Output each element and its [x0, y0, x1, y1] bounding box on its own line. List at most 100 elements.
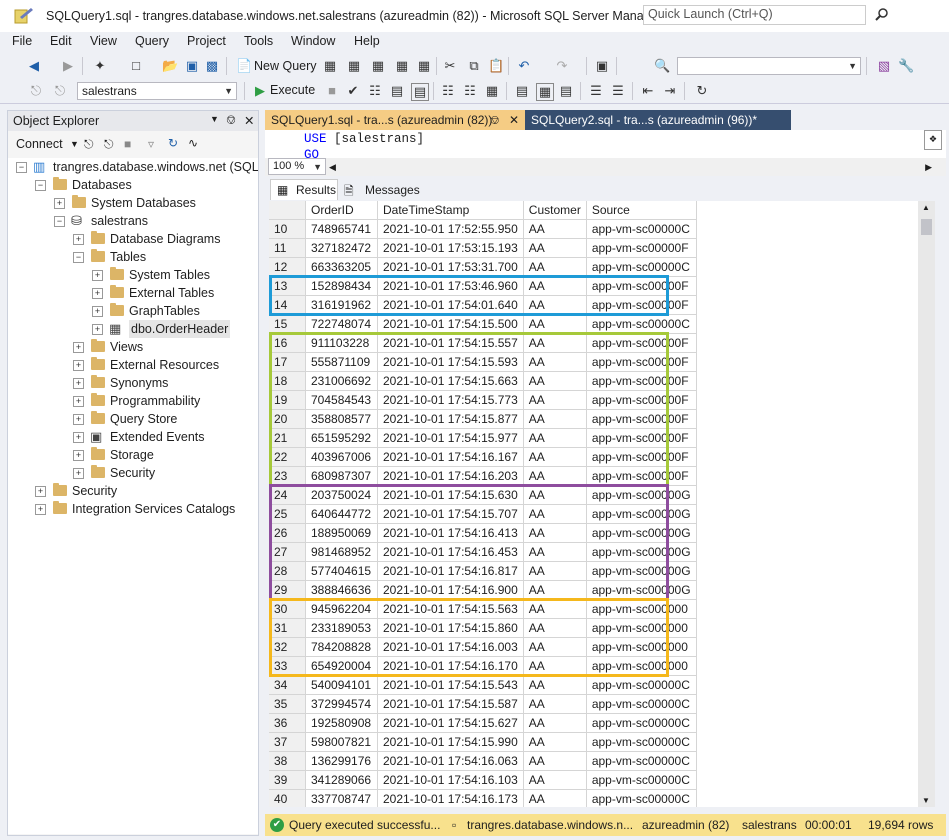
grid-cell[interactable]: app-vm-sc00000F — [586, 295, 697, 315]
pin-icon[interactable]: ⎊ — [226, 113, 236, 128]
grid-corner[interactable] — [269, 201, 306, 220]
row-number[interactable]: 11 — [269, 238, 306, 258]
tab-sqlquery2[interactable]: SQLQuery2.sql - tra...s (azureadmin (96)… — [525, 110, 791, 130]
live-query-stats-icon[interactable]: ☷ — [462, 83, 478, 99]
table-row[interactable]: 36 192580908 2021-10-01 17:54:15.627 AA app-… — [269, 713, 697, 733]
scrollbar-thumb[interactable] — [921, 219, 932, 235]
parse-icon[interactable]: ✔ — [345, 83, 361, 99]
grid-cell[interactable]: app-vm-sc00000C — [586, 751, 697, 771]
grid-cell[interactable]: app-vm-sc00000C — [586, 257, 697, 277]
row-number[interactable]: 16 — [269, 333, 306, 353]
table-row[interactable]: 28 577404615 2021-10-01 17:54:16.817 AA app-… — [269, 561, 697, 581]
grid-cell[interactable]: 540094101 — [305, 675, 378, 695]
grid-cell[interactable]: app-vm-sc00000C — [586, 219, 697, 239]
table-row[interactable]: 24 203750024 2021-10-01 17:54:15.630 AA app-… — [269, 485, 697, 505]
table-row[interactable]: 30 945962204 2021-10-01 17:54:15.563 AA app-… — [269, 599, 697, 619]
grid-cell[interactable]: 2021-10-01 17:54:15.990 — [377, 732, 524, 752]
mdx-query-icon[interactable]: ▦ — [346, 58, 362, 74]
grid-cell[interactable]: 2021-10-01 17:53:46.960 — [377, 276, 524, 296]
grid-cell[interactable]: AA — [523, 732, 587, 752]
grid-cell[interactable]: app-vm-sc000000 — [586, 599, 697, 619]
grid-cell[interactable]: 651595292 — [305, 428, 378, 448]
table-row[interactable]: 10 748965741 2021-10-01 17:52:55.950 AA app-… — [269, 219, 697, 239]
menu-help[interactable]: Help — [354, 34, 380, 48]
close-icon[interactable]: ✕ — [509, 110, 519, 130]
panel-menu-icon[interactable]: ▼ — [210, 114, 219, 124]
new-project-icon[interactable]: ✦ — [92, 58, 108, 74]
grid-cell[interactable]: 2021-10-01 17:54:01.640 — [377, 295, 524, 315]
include-actual-plan-icon[interactable]: ☷ — [440, 83, 456, 99]
grid-cell[interactable]: AA — [523, 333, 587, 353]
grid-cell[interactable]: 2021-10-01 17:54:16.170 — [377, 656, 524, 676]
grid-cell[interactable]: 2021-10-01 17:53:15.193 — [377, 238, 524, 258]
grid-cell[interactable]: 911103228 — [305, 333, 378, 353]
results-to-grid-icon[interactable]: ▦ — [536, 83, 554, 101]
menu-query[interactable]: Query — [135, 34, 169, 48]
increase-indent-icon[interactable]: ⇥ — [662, 83, 678, 99]
grid-cell[interactable]: 403967006 — [305, 447, 378, 467]
grid-cell[interactable]: AA — [523, 789, 587, 807]
grid-cell[interactable]: AA — [523, 390, 587, 410]
connect-button[interactable]: Connect — [16, 137, 63, 151]
grid-cell[interactable]: 2021-10-01 17:54:15.977 — [377, 428, 524, 448]
save-all-icon[interactable]: ▩ — [204, 58, 220, 74]
grid-cell[interactable]: 2021-10-01 17:54:15.587 — [377, 694, 524, 714]
display-estimated-plan-icon[interactable]: ☷ — [367, 83, 383, 99]
table-row[interactable]: 34 540094101 2021-10-01 17:54:15.543 AA app-… — [269, 675, 697, 695]
new-query-icon[interactable]: 📄 — [236, 58, 252, 74]
pin-icon[interactable]: ⎊ — [490, 110, 500, 130]
row-number[interactable]: 10 — [269, 219, 306, 239]
menu-tools[interactable]: Tools — [244, 34, 273, 48]
row-number[interactable]: 19 — [269, 390, 306, 410]
specify-template-values-icon[interactable]: ↻ — [694, 83, 710, 99]
grid-cell[interactable]: 316191962 — [305, 295, 378, 315]
grid-cell[interactable]: AA — [523, 523, 587, 543]
grid-cell[interactable]: AA — [523, 618, 587, 638]
grid-cell[interactable]: 2021-10-01 17:54:16.063 — [377, 751, 524, 771]
table-row[interactable]: 38 136299176 2021-10-01 17:54:16.063 AA app-… — [269, 751, 697, 771]
collapse-icon[interactable]: − — [73, 252, 84, 263]
grid-cell[interactable]: 2021-10-01 17:54:16.167 — [377, 447, 524, 467]
tab-messages[interactable]: 🗎 Messages — [342, 181, 420, 200]
expand-icon[interactable]: + — [73, 234, 84, 245]
grid-cell[interactable]: app-vm-sc000000 — [586, 637, 697, 657]
zoom-selector[interactable]: 100 % ▼ — [268, 158, 326, 175]
grid-cell[interactable]: app-vm-sc00000F — [586, 390, 697, 410]
table-row[interactable]: 18 231006692 2021-10-01 17:54:15.663 AA app-… — [269, 371, 697, 391]
quick-launch-input[interactable]: Quick Launch (Ctrl+Q) — [643, 5, 866, 25]
grid-cell[interactable]: 2021-10-01 17:54:15.877 — [377, 409, 524, 429]
grid-cell[interactable]: 337708747 — [305, 789, 378, 807]
grid-cell[interactable]: app-vm-sc00000G — [586, 542, 697, 562]
row-number[interactable]: 36 — [269, 713, 306, 733]
disconnect-icon[interactable]: ⎋ — [52, 83, 68, 99]
table-row[interactable]: 11 327182472 2021-10-01 17:53:15.193 AA app-… — [269, 238, 697, 258]
row-number[interactable]: 32 — [269, 637, 306, 657]
grid-cell[interactable]: 2021-10-01 17:54:16.900 — [377, 580, 524, 600]
find-icon[interactable]: 🔍 — [654, 58, 670, 74]
table-row[interactable]: 39 341289066 2021-10-01 17:54:16.103 AA app-… — [269, 770, 697, 790]
grid-cell[interactable]: 2021-10-01 17:54:15.860 — [377, 618, 524, 638]
grid-cell[interactable]: AA — [523, 219, 587, 239]
tab-sqlquery1[interactable]: SQLQuery1.sql - tra...s (azureadmin (82)… — [265, 110, 525, 130]
table-row[interactable]: 13 152898434 2021-10-01 17:53:46.960 AA app-… — [269, 276, 697, 296]
grid-cell[interactable]: 358808577 — [305, 409, 378, 429]
database-engine-query-icon[interactable]: ▦ — [322, 58, 338, 74]
expand-icon[interactable]: + — [92, 270, 103, 281]
grid-cell[interactable]: app-vm-sc000000 — [586, 656, 697, 676]
query-editor[interactable]: USE [salestrans] GO ❖ — [265, 130, 946, 160]
row-number[interactable]: 28 — [269, 561, 306, 581]
refresh-icon[interactable]: ↻ — [168, 136, 178, 150]
row-number[interactable]: 23 — [269, 466, 306, 486]
grid-cell[interactable]: 577404615 — [305, 561, 378, 581]
table-row[interactable]: 35 372994574 2021-10-01 17:54:15.587 AA app-… — [269, 694, 697, 714]
cut-icon[interactable]: ✂ — [442, 58, 458, 74]
grid-cell[interactable]: 152898434 — [305, 276, 378, 296]
grid-cell[interactable]: app-vm-sc00000C — [586, 789, 697, 807]
xmla-query-icon[interactable]: ▦ — [394, 58, 410, 74]
grid-cell[interactable]: AA — [523, 295, 587, 315]
grid-cell[interactable]: AA — [523, 751, 587, 771]
collapse-icon[interactable]: − — [54, 216, 65, 227]
grid-cell[interactable]: app-vm-sc00000F — [586, 333, 697, 353]
grid-cell[interactable]: 598007821 — [305, 732, 378, 752]
grid-cell[interactable]: 2021-10-01 17:54:15.500 — [377, 314, 524, 334]
